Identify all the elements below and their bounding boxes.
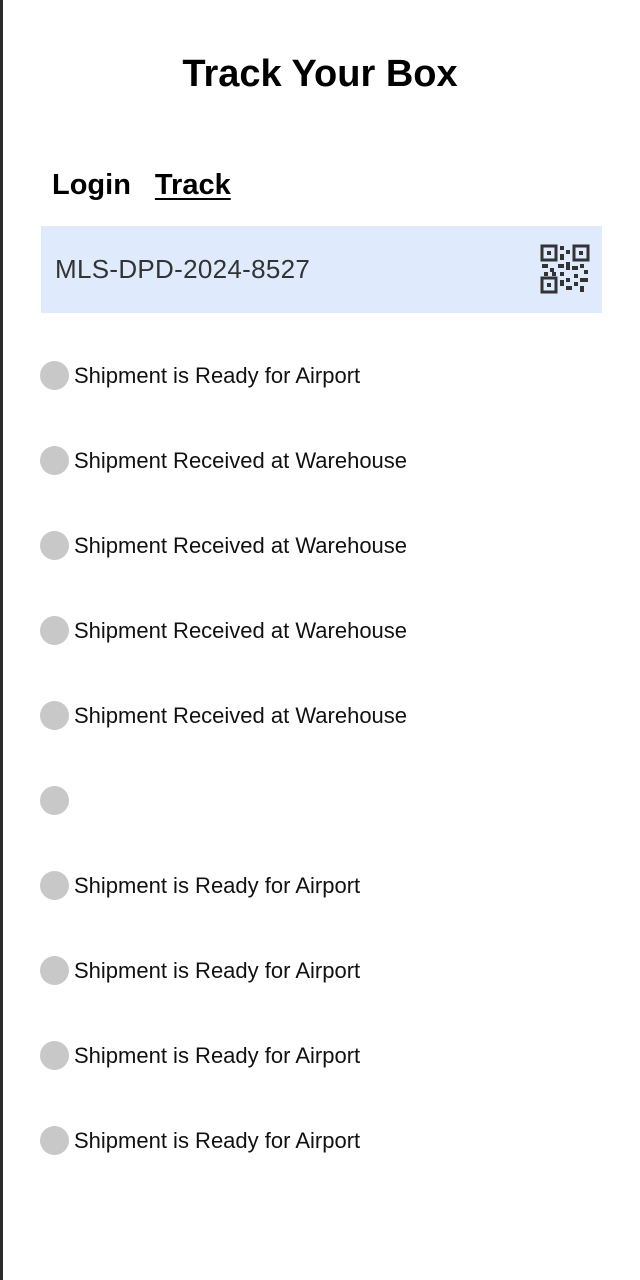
status-dot-icon xyxy=(40,956,69,985)
timeline-status-text: Shipment is Ready for Airport xyxy=(74,1127,361,1153)
timeline-item: Shipment is Ready for Airport xyxy=(40,1013,600,1098)
nav-login-link[interactable]: Login xyxy=(52,166,131,204)
timeline-item: Shipment Received at Warehouse xyxy=(40,503,600,588)
timeline-item: Shipment is Ready for Airport xyxy=(40,843,600,928)
status-dot-icon xyxy=(40,1041,69,1070)
timeline-status-text: Shipment Received at Warehouse xyxy=(74,532,408,558)
timeline-item: Shipment is Ready for Airport xyxy=(40,928,600,1013)
nav-track-link[interactable]: Track xyxy=(155,166,231,204)
timeline-item: Shipment Received at Warehouse xyxy=(40,588,600,673)
page-title: Track Your Box xyxy=(182,53,458,95)
timeline-status-text: Shipment is Ready for Airport xyxy=(74,1042,361,1068)
timeline-status-text: Shipment Received at Warehouse xyxy=(74,447,408,473)
timeline-status-text: Shipment Received at Warehouse xyxy=(74,617,408,643)
tracking-number-input[interactable] xyxy=(55,226,515,313)
status-dot-icon xyxy=(40,616,69,645)
timeline-item: Shipment Received at Warehouse xyxy=(40,418,600,503)
timeline-status-text: Shipment is Ready for Airport xyxy=(74,362,361,388)
window-left-border xyxy=(0,0,3,1280)
timeline-item: Shipment Received at Warehouse xyxy=(40,673,600,758)
shipment-timeline: Shipment is Ready for Airport Shipment R… xyxy=(40,333,600,1183)
qr-code-icon[interactable] xyxy=(540,244,590,294)
top-nav: Login Track xyxy=(52,166,231,204)
status-dot-icon xyxy=(40,701,69,730)
status-dot-icon xyxy=(40,786,69,815)
status-dot-icon xyxy=(40,1126,69,1155)
timeline-status-text: Shipment Received at Warehouse xyxy=(74,702,408,728)
status-dot-icon xyxy=(40,871,69,900)
tracking-number-field[interactable] xyxy=(41,226,602,313)
timeline-status-text: Shipment is Ready for Airport xyxy=(74,957,361,983)
status-dot-icon xyxy=(40,531,69,560)
timeline-item: Shipment is Ready for Airport xyxy=(40,1098,600,1183)
status-dot-icon xyxy=(40,446,69,475)
timeline-item: Shipment is Ready for Airport xyxy=(40,333,600,418)
status-dot-icon xyxy=(40,361,69,390)
timeline-status-text: Shipment is Ready for Airport xyxy=(74,872,361,898)
timeline-item xyxy=(40,758,600,843)
